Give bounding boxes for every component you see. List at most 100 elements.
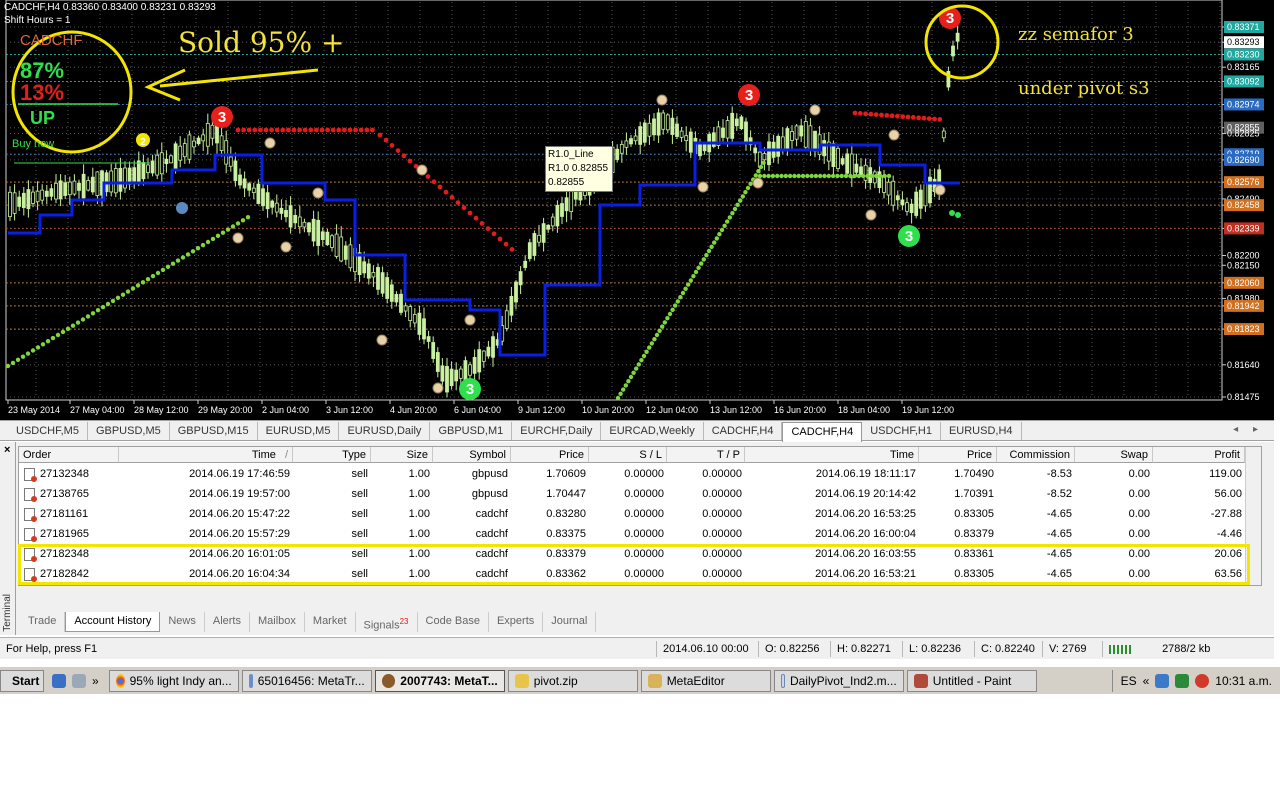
- chart-tab[interactable]: EURCHF,Daily: [512, 421, 602, 440]
- candle-body: [477, 349, 482, 373]
- column-header-order[interactable]: Order: [19, 447, 119, 463]
- sar-dot-up: [185, 252, 191, 257]
- column-header-commission[interactable]: Commission: [997, 447, 1075, 463]
- sar-dot-down: [937, 117, 943, 122]
- taskbar-item-metatrader-2[interactable]: 2007743: MetaT...: [374, 669, 505, 692]
- column-header-price[interactable]: Price: [511, 447, 589, 463]
- cell-close-price: 1.70490: [954, 468, 994, 480]
- sar-dot-up: [873, 173, 879, 179]
- chart-tab[interactable]: USDCHF,H1: [862, 421, 941, 440]
- sar-dot-up: [160, 267, 166, 273]
- candle-body: [178, 145, 183, 161]
- language-indicator[interactable]: ES: [1121, 674, 1137, 688]
- terminal-label: Terminal: [2, 594, 13, 632]
- table-row[interactable]: 27181161 2014.06.20 15:47:22 sell 1.00 cadch…: [19, 504, 1245, 524]
- tab-code-base[interactable]: Code Base: [418, 612, 489, 632]
- taskbar-item-metatrader-1[interactable]: 65016456: MetaTr...: [241, 669, 372, 692]
- sar-dot-up: [722, 223, 727, 228]
- column-header-close-price[interactable]: Price: [919, 447, 997, 463]
- show-desktop-icon[interactable]: [52, 673, 66, 688]
- taskbar-item-chrome[interactable]: 95% light Indy an...: [108, 669, 239, 692]
- sar-dot-down: [401, 153, 407, 159]
- chart-tab[interactable]: GBPUSD,M1: [430, 421, 513, 440]
- sar-dot-up: [170, 261, 176, 266]
- sar-dot-up: [704, 253, 709, 258]
- column-header-size[interactable]: Size: [371, 447, 433, 463]
- tab-market[interactable]: Market: [305, 612, 356, 632]
- cell-open-time: 2014.06.19 19:57:00: [189, 488, 290, 500]
- chart-window[interactable]: 3 3 3 3 3 2 0.83371 0.83293 0.83230 0.83165 0.8309…: [0, 0, 1274, 420]
- sar-dot-up: [732, 206, 738, 212]
- semafor-small-marker: [865, 209, 877, 221]
- column-header-swap[interactable]: Swap: [1075, 447, 1153, 463]
- tab-account-history[interactable]: Account History: [65, 612, 161, 632]
- tray-chevron[interactable]: «: [1143, 674, 1150, 688]
- tab-scroll-arrows[interactable]: ◂ ▸: [1233, 424, 1264, 435]
- tab-news[interactable]: News: [160, 612, 205, 632]
- candle-body: [537, 234, 541, 243]
- sar-dot-up: [75, 320, 81, 325]
- sar-dot-up: [636, 362, 641, 367]
- metaeditor-icon: [647, 673, 662, 688]
- column-header-tp[interactable]: T / P: [667, 447, 745, 463]
- column-header-profit[interactable]: Profit: [1153, 447, 1245, 463]
- taskbar-item-dailypivot[interactable]: DailyPivot_Ind2.m...: [773, 669, 904, 692]
- candle-body: [63, 182, 68, 196]
- security-icon[interactable]: [1175, 673, 1190, 688]
- candle-body: [684, 135, 689, 142]
- calculator-icon[interactable]: [72, 673, 86, 688]
- tab-journal[interactable]: Journal: [543, 612, 597, 632]
- volume-icon[interactable]: [1195, 673, 1210, 688]
- sar-dot-up: [110, 298, 116, 304]
- sar-dot-up: [813, 173, 819, 179]
- column-header-open-time[interactable]: Time /: [119, 447, 293, 463]
- candle-body: [550, 216, 555, 227]
- sar-dot-up: [787, 173, 793, 179]
- tooltip-line-1: R1.0_Line: [548, 149, 594, 160]
- candle-body: [560, 203, 564, 217]
- taskbar-item-metaeditor[interactable]: MetaEditor: [640, 669, 771, 692]
- candle-body: [532, 233, 537, 256]
- tab-trade[interactable]: Trade: [20, 612, 66, 632]
- column-header-close-time[interactable]: Time: [745, 447, 919, 463]
- table-row[interactable]: 27138765 2014.06.19 19:57:00 sell 1.00 gbpus…: [19, 484, 1245, 504]
- tab-experts[interactable]: Experts: [489, 612, 544, 632]
- taskbar-item-paint[interactable]: Untitled - Paint: [906, 669, 1037, 692]
- chart-tab-active[interactable]: CADCHF,H4: [782, 421, 863, 442]
- tab-alerts[interactable]: Alerts: [205, 612, 250, 632]
- chart-tab[interactable]: EURUSD,H4: [941, 421, 1022, 440]
- tab-mailbox[interactable]: Mailbox: [250, 612, 305, 632]
- price-label: 0.81640: [1227, 360, 1260, 370]
- candle-body: [509, 295, 514, 316]
- table-row[interactable]: 27181965 2014.06.20 15:57:29 sell 1.00 cadch…: [19, 524, 1245, 544]
- candle-body: [895, 195, 900, 201]
- chart-tab[interactable]: CADCHF,H4: [704, 421, 783, 440]
- cell-swap: 0.00: [1128, 508, 1150, 520]
- network-icon[interactable]: [1155, 673, 1170, 688]
- chart-tab[interactable]: USDCHF,M5: [8, 421, 88, 440]
- candle-body: [182, 143, 187, 158]
- chart-tab[interactable]: EURUSD,Daily: [339, 421, 431, 440]
- semafor-small-marker: [312, 187, 324, 199]
- candle-body: [169, 155, 173, 164]
- chart-tab[interactable]: GBPUSD,M15: [170, 421, 258, 440]
- chart-tab[interactable]: EURCAD,Weekly: [601, 421, 704, 440]
- start-button[interactable]: Start: [0, 669, 44, 692]
- candle-body: [109, 170, 114, 193]
- terminal-sidebar: × Terminal: [0, 442, 16, 635]
- sar-dot-up: [215, 233, 221, 238]
- price-chart[interactable]: 3 3 3 3 3 2 0.83371 0.83293 0.83230 0.83165 0.8309…: [0, 0, 1274, 420]
- candle-body: [941, 130, 946, 139]
- candle-body: [831, 143, 836, 167]
- close-icon[interactable]: ×: [4, 444, 10, 456]
- cell-close-price: 0.83379: [954, 528, 994, 540]
- chart-tab[interactable]: GBPUSD,M5: [88, 421, 170, 440]
- tab-signals[interactable]: Signals23: [356, 612, 418, 632]
- taskbar-item-pivot-zip[interactable]: pivot.zip: [507, 669, 638, 692]
- column-header-symbol[interactable]: Symbol: [433, 447, 511, 463]
- chart-tab[interactable]: EURUSD,M5: [258, 421, 340, 440]
- table-row[interactable]: 27132348 2014.06.19 17:46:59 sell 1.00 gbpus…: [19, 464, 1245, 484]
- column-header-type[interactable]: Type: [293, 447, 371, 463]
- quicklaunch-chevron[interactable]: »: [92, 674, 99, 688]
- column-header-sl[interactable]: S / L: [589, 447, 667, 463]
